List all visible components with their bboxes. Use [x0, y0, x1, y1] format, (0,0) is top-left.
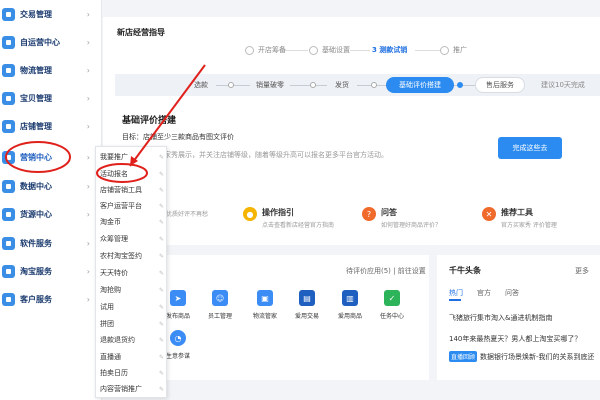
highlight-ellipse-activity	[96, 163, 148, 183]
app-window: 新店经营指导 开店筹备 基础设置 3 测款试销 推广 选款 销量破零 发货 基础…	[0, 0, 600, 400]
highlight-ellipse-marketing	[5, 141, 71, 173]
annotation-arrow-line	[129, 64, 206, 167]
annotation-overlay	[5, 64, 206, 183]
